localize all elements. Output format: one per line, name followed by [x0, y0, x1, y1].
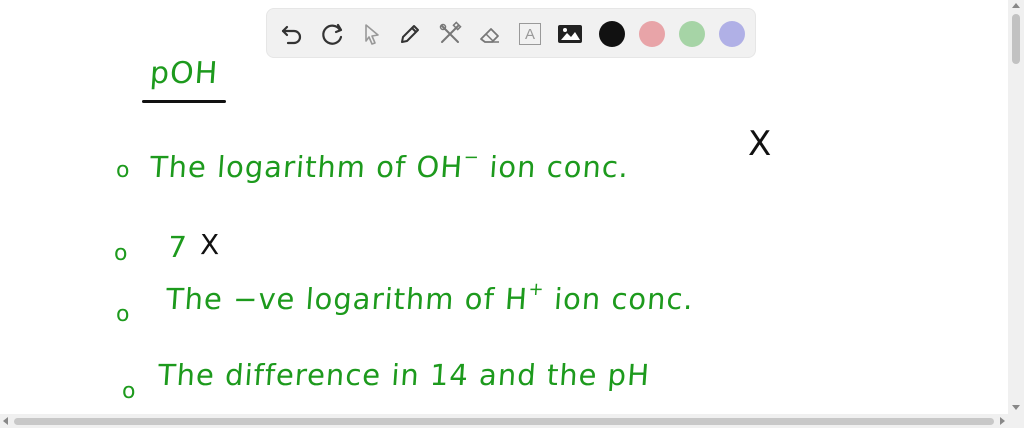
pointer-icon: [359, 21, 385, 47]
undo-button[interactable]: [277, 19, 307, 49]
line-1-tail: ion conc.: [478, 150, 631, 184]
color-swatch-pink[interactable]: [639, 21, 665, 47]
color-swatch-black[interactable]: [599, 21, 625, 47]
scroll-right-icon[interactable]: [1000, 417, 1005, 425]
note-line-3: The −ve logarithm of H+ ion conc.: [164, 279, 695, 316]
text-tool-button[interactable]: A: [515, 19, 545, 49]
scroll-left-icon[interactable]: [3, 417, 8, 425]
color-swatch-purple[interactable]: [719, 21, 745, 47]
image-button[interactable]: [555, 19, 585, 49]
whiteboard-canvas[interactable]: A pOH o The logarithm of OH− ion conc. X…: [0, 0, 1008, 414]
horizontal-scrollbar[interactable]: [0, 414, 1024, 428]
title-underline: [142, 100, 226, 103]
image-icon: [556, 21, 584, 47]
scroll-up-icon[interactable]: [1012, 3, 1020, 8]
note-line-1: The logarithm of OH− ion conc.: [148, 147, 631, 184]
line-1-text: The logarithm of OH: [148, 150, 465, 184]
eraser-icon: [477, 21, 503, 47]
color-swatch-green[interactable]: [679, 21, 705, 47]
tools-icon: [437, 21, 463, 47]
line-3-superscript: +: [527, 279, 546, 300]
redo-icon: [319, 21, 345, 47]
redo-button[interactable]: [317, 19, 347, 49]
note-line-2: 7: [166, 230, 189, 264]
undo-icon: [279, 21, 305, 47]
bullet-4: o: [122, 379, 136, 404]
drawing-toolbar: A: [266, 8, 756, 58]
pointer-button[interactable]: [357, 19, 387, 49]
line-1-superscript: −: [463, 147, 481, 168]
tools-button[interactable]: [435, 19, 465, 49]
vertical-scroll-thumb[interactable]: [1012, 14, 1020, 64]
text-icon: A: [519, 23, 541, 45]
scroll-down-icon[interactable]: [1012, 405, 1020, 410]
bullet-1: o: [116, 158, 130, 183]
cross-mark-1: X: [748, 124, 772, 164]
note-line-4: The difference in 14 and the pH: [156, 358, 652, 392]
bullet-3: o: [116, 302, 130, 327]
note-title: pOH: [148, 56, 220, 91]
bullet-2: o: [114, 241, 128, 266]
horizontal-scroll-thumb[interactable]: [14, 418, 994, 425]
pen-icon: [397, 21, 423, 47]
line-3-text: The −ve logarithm of H: [164, 282, 530, 316]
pen-button[interactable]: [395, 19, 425, 49]
eraser-button[interactable]: [475, 19, 505, 49]
line-3-tail: ion conc.: [542, 282, 695, 316]
vertical-scrollbar[interactable]: [1008, 0, 1024, 414]
cross-mark-2: X: [200, 228, 220, 261]
